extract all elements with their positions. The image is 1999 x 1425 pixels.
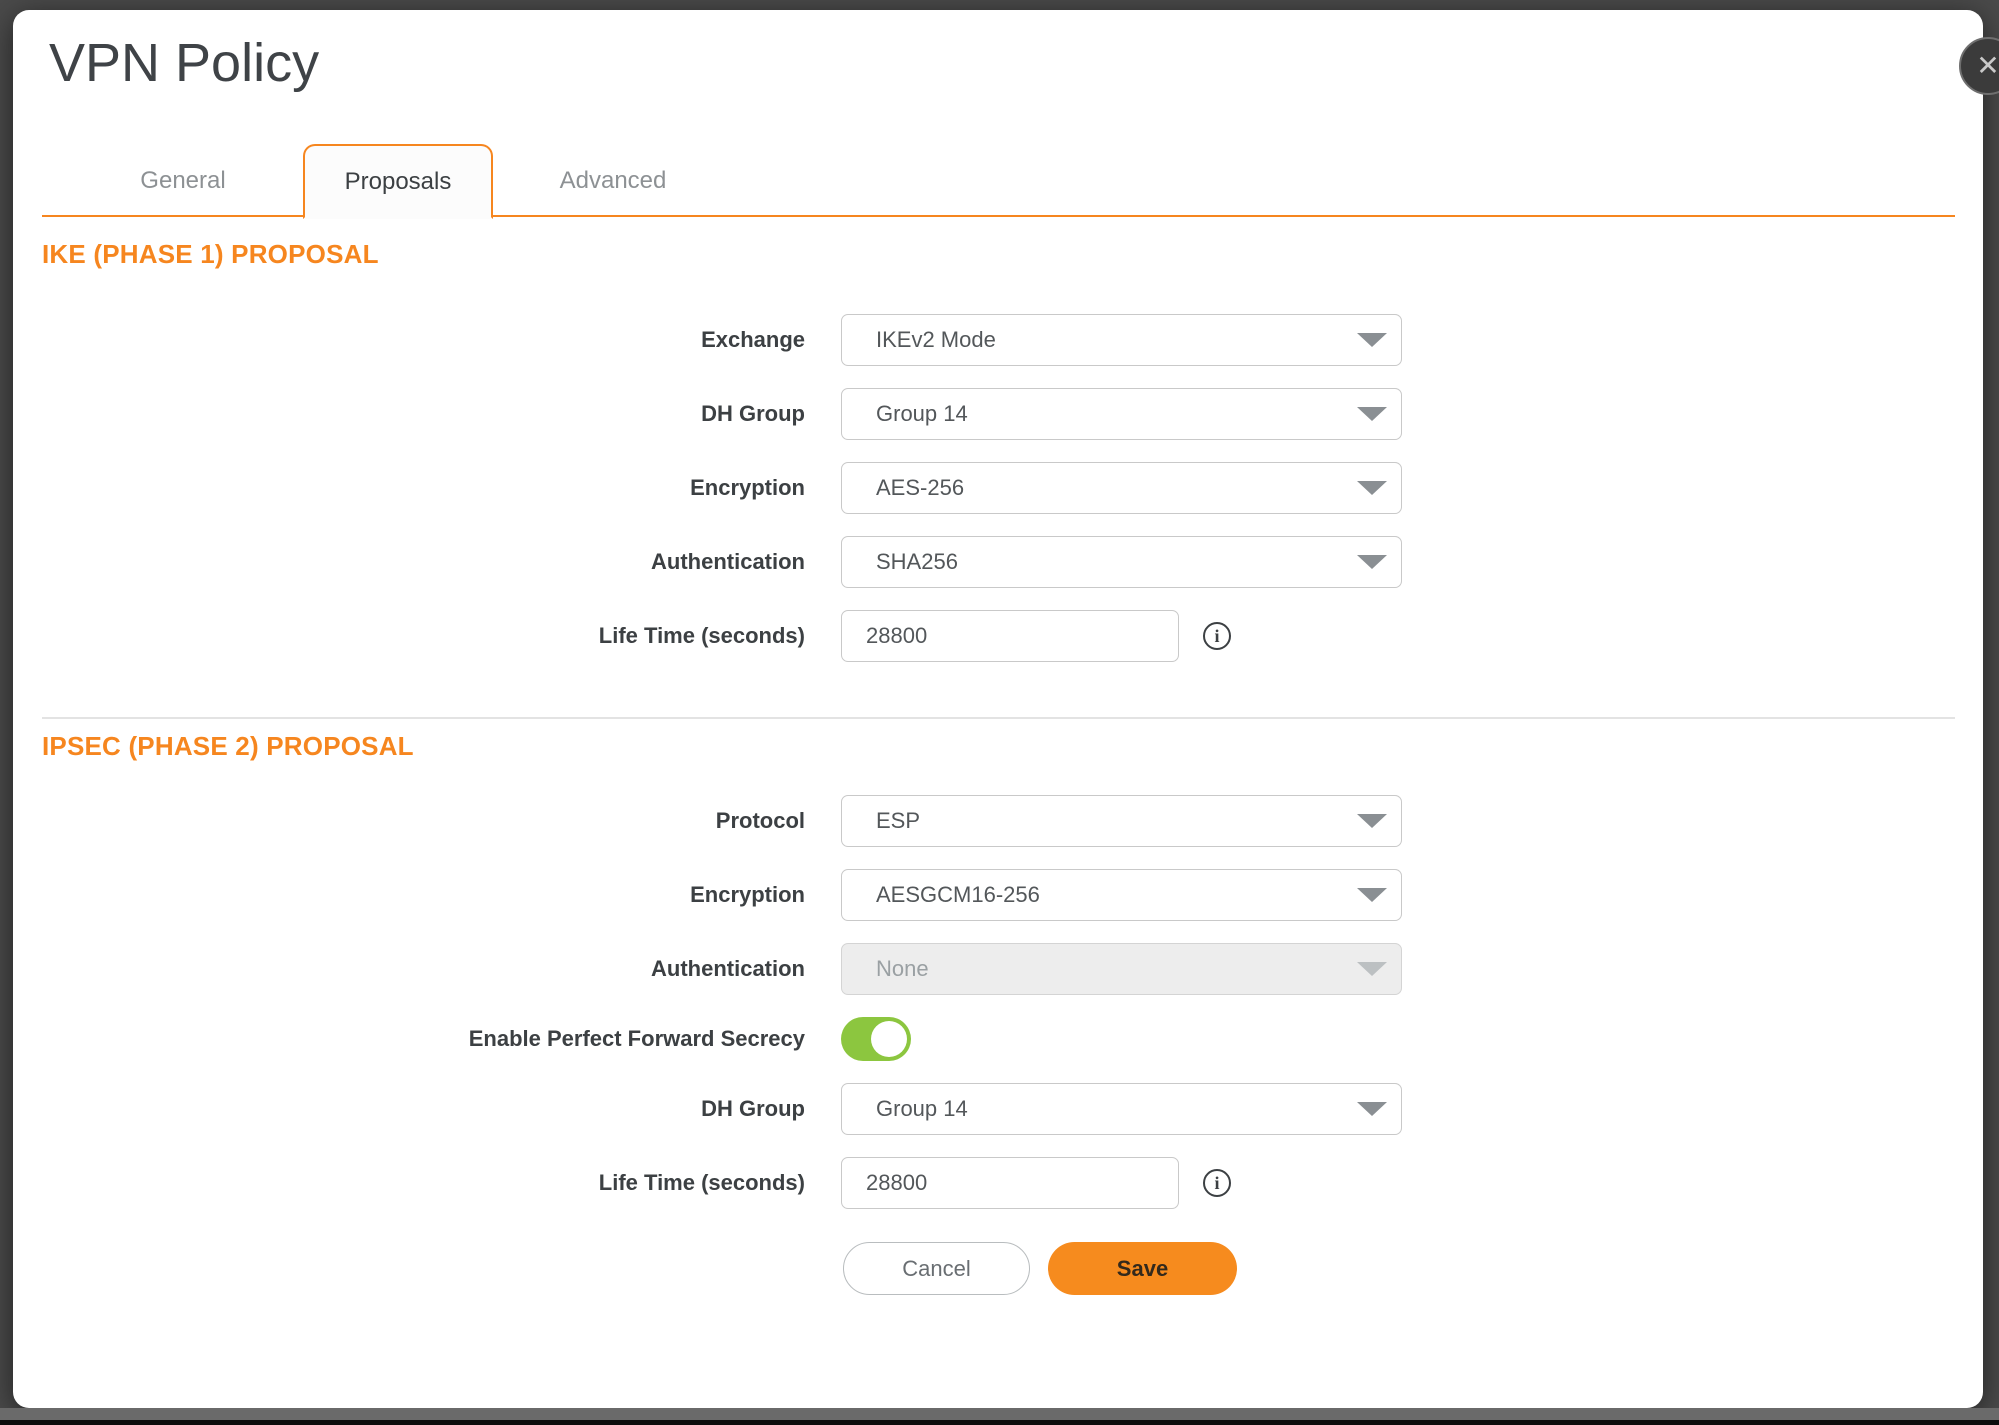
- chevron-down-icon: [1357, 814, 1387, 828]
- row-dh-group: DH Group Group 14: [42, 1083, 1955, 1135]
- chevron-down-icon: [1357, 333, 1387, 347]
- select-encryption[interactable]: AESGCM16-256: [841, 869, 1402, 921]
- save-button[interactable]: Save: [1048, 1242, 1237, 1295]
- field-control-life-time-seconds: i: [841, 1157, 1231, 1209]
- select-value: SHA256: [876, 549, 1357, 575]
- select-value: Group 14: [876, 1096, 1357, 1122]
- row-enable-perfect-forward-secrecy: Enable Perfect Forward Secrecy: [42, 1017, 1955, 1061]
- chevron-down-icon: [1357, 481, 1387, 495]
- field-control-exchange: IKEv2 Mode: [841, 314, 1402, 366]
- row-encryption: Encryption AES-256: [42, 462, 1955, 514]
- select-value: AES-256: [876, 475, 1357, 501]
- window-bottom-edge: [0, 1408, 1999, 1425]
- field-control-encryption: AESGCM16-256: [841, 869, 1402, 921]
- field-label-authentication: Authentication: [42, 549, 841, 575]
- field-control-dh-group: Group 14: [841, 388, 1402, 440]
- field-label-encryption: Encryption: [42, 882, 841, 908]
- row-protocol: Protocol ESP: [42, 795, 1955, 847]
- field-control-authentication: SHA256: [841, 536, 1402, 588]
- input-life-time-seconds[interactable]: [841, 1157, 1179, 1209]
- toggle-knob: [871, 1021, 907, 1057]
- field-label-encryption: Encryption: [42, 475, 841, 501]
- field-control-enable-perfect-forward-secrecy: [841, 1017, 911, 1061]
- select-dh-group[interactable]: Group 14: [841, 388, 1402, 440]
- select-value: AESGCM16-256: [876, 882, 1357, 908]
- field-label-dh-group: DH Group: [42, 1096, 841, 1122]
- select-value: None: [876, 956, 1357, 982]
- field-label-life-time-seconds: Life Time (seconds): [42, 1170, 841, 1196]
- field-label-exchange: Exchange: [42, 327, 841, 353]
- row-life-time-seconds: Life Time (seconds) i: [42, 610, 1955, 662]
- select-value: ESP: [876, 808, 1357, 834]
- row-encryption: Encryption AESGCM16-256: [42, 869, 1955, 921]
- select-authentication: None: [841, 943, 1402, 995]
- row-dh-group: DH Group Group 14: [42, 388, 1955, 440]
- section-heading-ike-phase-1: IKE (PHASE 1) PROPOSAL: [42, 239, 1955, 269]
- row-life-time-seconds: Life Time (seconds) i: [42, 1157, 1955, 1209]
- chevron-down-icon: [1357, 1102, 1387, 1116]
- chevron-down-icon: [1357, 407, 1387, 421]
- select-value: IKEv2 Mode: [876, 327, 1357, 353]
- cancel-button[interactable]: Cancel: [843, 1242, 1030, 1295]
- footer-buttons: Cancel Save: [843, 1242, 1955, 1295]
- tab-general[interactable]: General: [88, 144, 278, 217]
- chevron-down-icon: [1357, 962, 1387, 976]
- select-value: Group 14: [876, 401, 1357, 427]
- tab-bar: General Proposals Advanced: [42, 144, 1955, 217]
- row-authentication: Authentication SHA256: [42, 536, 1955, 588]
- dialog-title: VPN Policy: [49, 32, 1955, 94]
- field-label-life-time-seconds: Life Time (seconds): [42, 623, 841, 649]
- field-control-life-time-seconds: i: [841, 610, 1231, 662]
- tab-proposals[interactable]: Proposals: [303, 144, 493, 219]
- chevron-down-icon: [1357, 555, 1387, 569]
- select-exchange[interactable]: IKEv2 Mode: [841, 314, 1402, 366]
- field-label-dh-group: DH Group: [42, 401, 841, 427]
- field-control-dh-group: Group 14: [841, 1083, 1402, 1135]
- field-label-enable-perfect-forward-secrecy: Enable Perfect Forward Secrecy: [42, 1026, 841, 1052]
- select-dh-group[interactable]: Group 14: [841, 1083, 1402, 1135]
- section-divider: [42, 717, 1955, 719]
- field-control-protocol: ESP: [841, 795, 1402, 847]
- select-authentication[interactable]: SHA256: [841, 536, 1402, 588]
- row-authentication: Authentication None: [42, 943, 1955, 995]
- select-protocol[interactable]: ESP: [841, 795, 1402, 847]
- section-heading-ipsec-phase-2: IPSEC (PHASE 2) PROPOSAL: [42, 731, 1955, 761]
- info-icon[interactable]: i: [1203, 622, 1231, 650]
- field-label-protocol: Protocol: [42, 808, 841, 834]
- field-control-encryption: AES-256: [841, 462, 1402, 514]
- toggle-enable-perfect-forward-secrecy[interactable]: [841, 1017, 911, 1061]
- chevron-down-icon: [1357, 888, 1387, 902]
- row-exchange: Exchange IKEv2 Mode: [42, 314, 1955, 366]
- field-label-authentication: Authentication: [42, 956, 841, 982]
- field-control-authentication: None: [841, 943, 1402, 995]
- tab-advanced[interactable]: Advanced: [518, 144, 708, 217]
- form-area: IKE (PHASE 1) PROPOSAL Exchange IKEv2 Mode…: [42, 239, 1955, 1209]
- input-life-time-seconds[interactable]: [841, 610, 1179, 662]
- vpn-policy-dialog: VPN Policy General Proposals Advanced IKE …: [13, 10, 1983, 1408]
- info-icon[interactable]: i: [1203, 1169, 1231, 1197]
- select-encryption[interactable]: AES-256: [841, 462, 1402, 514]
